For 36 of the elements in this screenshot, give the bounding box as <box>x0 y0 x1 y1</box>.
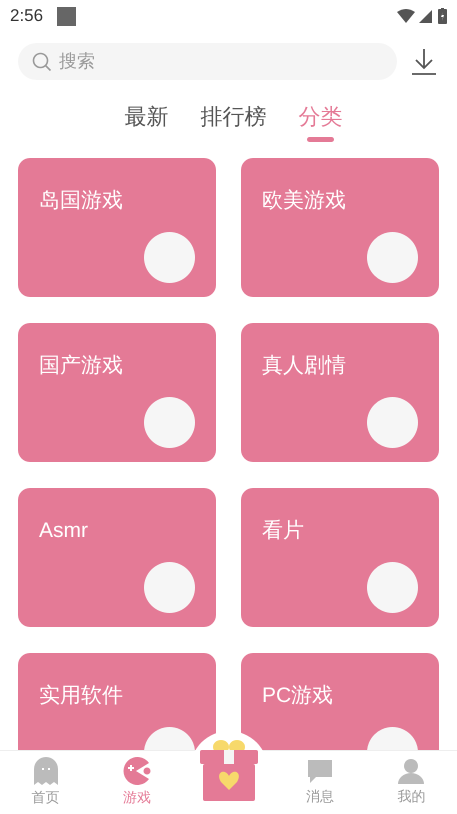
category-title: 欧美游戏 <box>262 188 346 214</box>
nav-tab[interactable]: 我的 <box>397 758 426 807</box>
pacman-icon <box>122 757 152 785</box>
search-field[interactable]: 搜索 <box>18 43 397 80</box>
category-card[interactable]: 欧美游戏 <box>241 158 439 297</box>
category-card[interactable]: Asmr <box>18 488 216 627</box>
category-title: PC游戏 <box>262 683 334 709</box>
tab[interactable]: 最新 <box>124 100 168 133</box>
category-title: 真人剧情 <box>262 353 346 379</box>
category-card[interactable]: PC游戏 <box>241 653 439 750</box>
nav-tab[interactable]: 首页 <box>32 757 60 808</box>
tab[interactable]: 排行榜 <box>200 100 266 133</box>
chat-icon <box>306 758 334 784</box>
category-title: 国产游戏 <box>39 353 123 379</box>
category-title: 实用软件 <box>39 683 123 709</box>
tab-underline <box>307 137 334 142</box>
download-icon[interactable] <box>411 48 437 76</box>
user-icon <box>398 758 424 784</box>
battery-icon <box>438 8 447 24</box>
search-icon <box>32 52 52 72</box>
wifi-icon <box>397 9 415 23</box>
category-card[interactable]: 岛国游戏 <box>18 158 216 297</box>
ghost-icon <box>34 757 58 785</box>
signal-icon <box>419 10 432 22</box>
nav-tab[interactable]: 游戏 <box>122 757 152 808</box>
category-card[interactable]: 真人剧情 <box>241 323 439 462</box>
category-title: Asmr <box>39 518 88 544</box>
nav-tab[interactable]: 消息 <box>306 758 334 807</box>
tab[interactable]: 分类 <box>298 100 342 133</box>
notification-icon <box>57 6 76 26</box>
category-title: 岛国游戏 <box>39 188 123 214</box>
category-title: 看片 <box>262 518 304 544</box>
category-card[interactable]: 看片 <box>241 488 439 627</box>
category-card[interactable]: 国产游戏 <box>18 323 216 462</box>
category-card[interactable]: 实用软件 <box>18 653 216 750</box>
status-time: 2:56 <box>10 5 44 28</box>
